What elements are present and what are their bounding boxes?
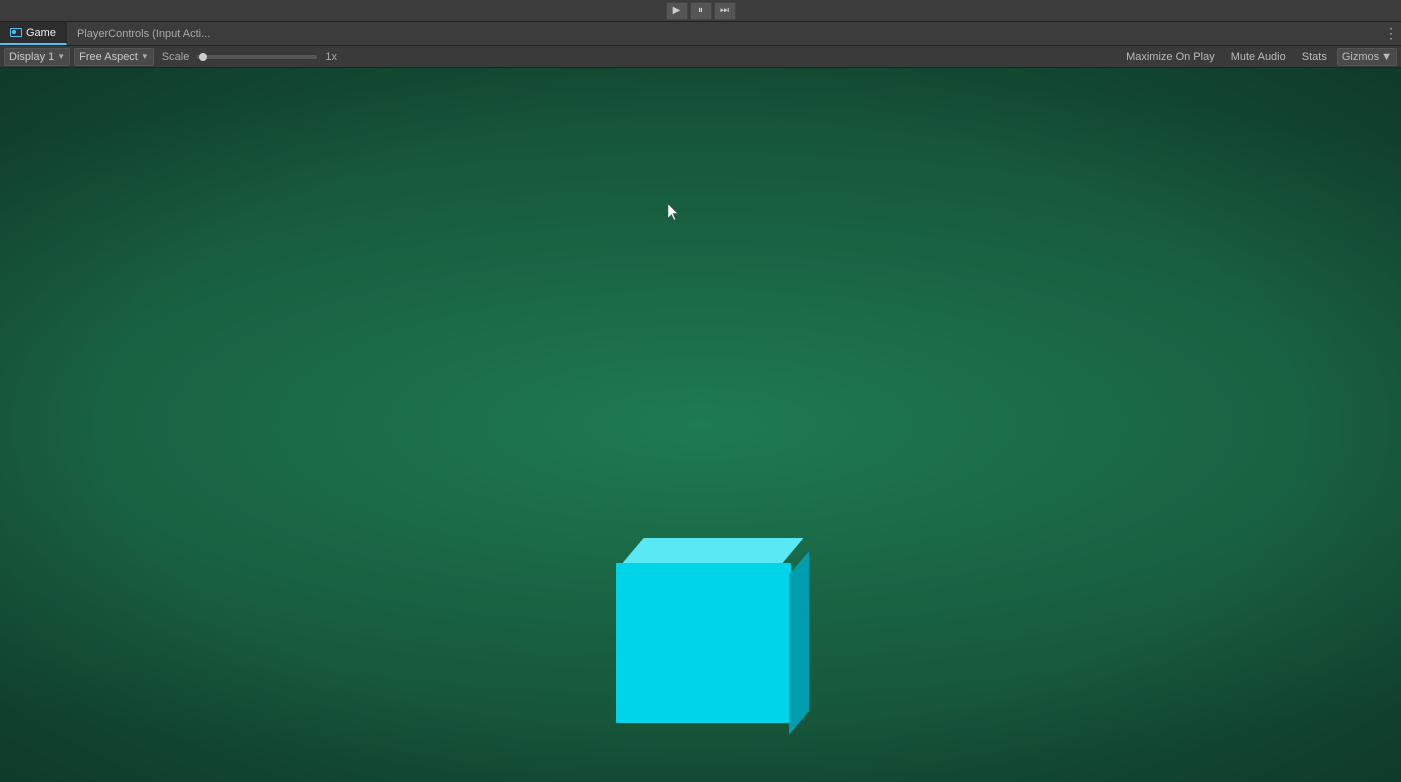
display-select[interactable]: Display 1 ▼ bbox=[4, 48, 70, 66]
tab-game-label: Game bbox=[26, 27, 56, 39]
play-button[interactable]: ▶ bbox=[666, 2, 688, 20]
step-button[interactable]: ⏭ bbox=[714, 2, 736, 20]
play-controls-bar: ▶ ⏸ ⏭ bbox=[0, 0, 1401, 22]
options-bar: Display 1 ▼ Free Aspect ▼ Scale 1x Maxim… bbox=[0, 46, 1401, 68]
tab-more-button[interactable]: ⋮ bbox=[1381, 22, 1401, 45]
stats-button[interactable]: Stats bbox=[1296, 48, 1333, 66]
pause-button[interactable]: ⏸ bbox=[690, 2, 712, 20]
tab-script[interactable]: PlayerControls (Input Acti... bbox=[67, 22, 220, 45]
mute-audio-button[interactable]: Mute Audio bbox=[1225, 48, 1292, 66]
aspect-select[interactable]: Free Aspect ▼ bbox=[74, 48, 154, 66]
scale-value: 1x bbox=[325, 51, 337, 63]
tab-bar: Game PlayerControls (Input Acti... ⋮ bbox=[0, 22, 1401, 46]
cube-front-face bbox=[616, 563, 791, 723]
scale-label: Scale bbox=[162, 51, 190, 63]
gizmos-button[interactable]: Gizmos ▼ bbox=[1337, 48, 1397, 66]
game-viewport[interactable] bbox=[0, 68, 1401, 782]
cube-right-face bbox=[789, 551, 809, 735]
3d-cube bbox=[616, 538, 791, 723]
maximize-on-play-button[interactable]: Maximize On Play bbox=[1120, 48, 1221, 66]
tab-game[interactable]: Game bbox=[0, 22, 67, 45]
scale-slider[interactable] bbox=[197, 55, 317, 59]
game-icon bbox=[10, 28, 22, 37]
scale-slider-thumb bbox=[199, 53, 207, 61]
